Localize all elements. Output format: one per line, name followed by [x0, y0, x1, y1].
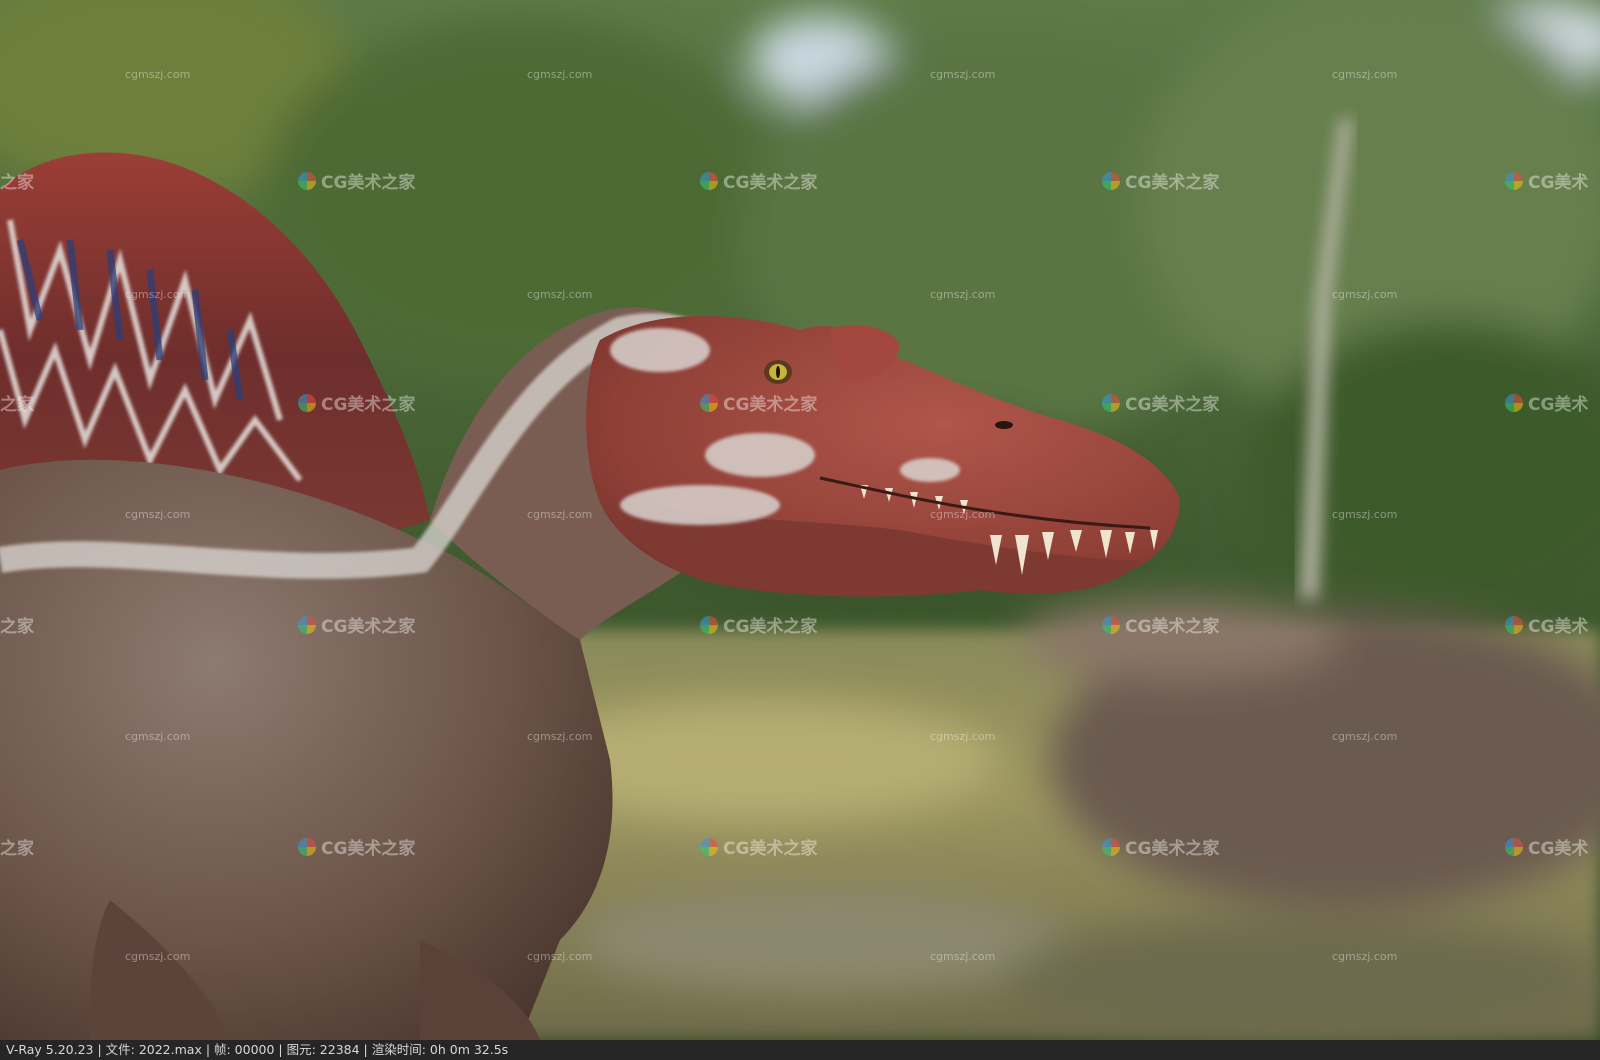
- vray-status-bar: V-Ray 5.20.23 | 文件: 2022.max | 帧: 00000 …: [0, 1040, 1600, 1060]
- render-viewport: cgmszj.com cgmszj.com cgmszj.com cgmszj.com…: [0, 0, 1600, 1060]
- status-text: V-Ray 5.20.23 | 文件: 2022.max | 帧: 00000 …: [6, 1042, 509, 1057]
- rendered-image: [0, 0, 1600, 1040]
